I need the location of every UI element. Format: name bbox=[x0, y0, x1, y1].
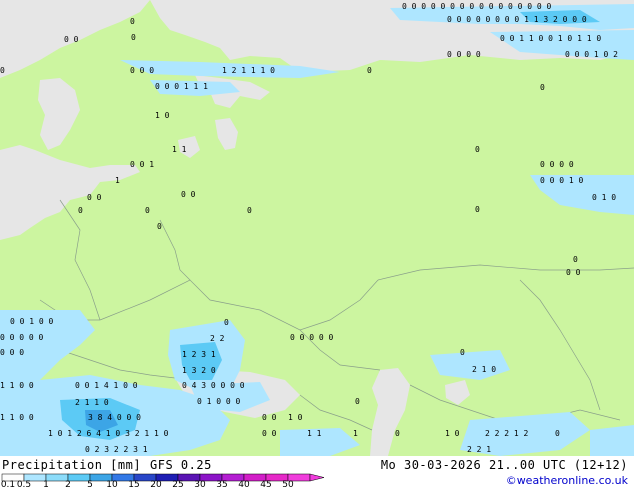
precip-value-label: 0 0 0 1 1 1 bbox=[155, 82, 208, 91]
weather-map-view: 0 0000 0 0 0 0 0 0 0 0 0 0 0 0 0 0 00 0 … bbox=[0, 0, 634, 490]
precip-value-label: 2 2 2 1 2 bbox=[485, 429, 529, 438]
precip-value-label: 0 bbox=[145, 206, 150, 215]
precip-value-label: 0 0 0 0 0 bbox=[290, 333, 334, 342]
precip-value-label: 0 bbox=[157, 222, 162, 231]
precip-value-label: 0 1 0 bbox=[592, 193, 616, 202]
precip-value-label: 0 0 0 bbox=[0, 348, 24, 357]
precip-value-label: 0 0 bbox=[87, 193, 102, 202]
precip-value-label: 1 2 3 1 bbox=[182, 350, 216, 359]
precip-value-label: 0 0 0 0 0 0 0 0 1 1 3 2 0 0 0 bbox=[447, 15, 587, 24]
precip-value-label: 0 bbox=[555, 429, 560, 438]
legend-tick-label: 0.5 bbox=[16, 480, 32, 490]
precip-value-label: 1 bbox=[115, 176, 120, 185]
precip-value-label: 1 0 bbox=[288, 413, 303, 422]
precip-value-label: 0 bbox=[355, 397, 360, 406]
precip-value-label: 1 0 bbox=[155, 111, 170, 120]
precip-value-label: 0 0 1 0 0 bbox=[10, 317, 54, 326]
precip-value-label: 0 bbox=[130, 17, 135, 26]
legend-tick-label: 30 bbox=[194, 480, 206, 490]
precip-value-label: 0 bbox=[78, 206, 83, 215]
precip-value-label: 0 bbox=[367, 66, 372, 75]
precip-value-label: 0 bbox=[475, 205, 480, 214]
legend-tick-label: 1 bbox=[43, 480, 49, 490]
legend-tick-label: 35 bbox=[216, 480, 228, 490]
precip-value-label: 0 0 0 1 0 bbox=[540, 176, 584, 185]
precip-value-label: 0 bbox=[460, 348, 465, 357]
precip-value-label: 0 0 1 4 1 0 0 bbox=[75, 381, 138, 390]
precip-value-label: 1 3 2 0 bbox=[182, 366, 216, 375]
precip-value-label: 1 1 0 0 bbox=[0, 381, 34, 390]
precip-value-label: 0 0 1 1 0 0 1 0 1 1 0 bbox=[500, 34, 601, 43]
precip-value-label: 0 bbox=[540, 83, 545, 92]
precip-value-label: 1 0 bbox=[445, 429, 460, 438]
precip-value-label: 0 bbox=[131, 33, 136, 42]
legend-tick-label: 10 bbox=[106, 480, 118, 490]
precip-value-label: 0 0 bbox=[566, 268, 581, 277]
precip-value-label: 0 0 bbox=[262, 413, 277, 422]
legend-tick-label: 25 bbox=[172, 480, 184, 490]
legend-arrow bbox=[309, 473, 325, 482]
precip-value-label: 1 1 0 0 bbox=[0, 413, 34, 422]
model-name: GFS 0.25 bbox=[150, 458, 212, 472]
legend-tick-label: 40 bbox=[238, 480, 250, 490]
precip-value-label: 0 2 3 2 2 3 1 bbox=[85, 445, 148, 454]
legend-tick-label: 45 bbox=[260, 480, 272, 490]
precip-value-label: 3 8 4 0 0 0 bbox=[88, 413, 141, 422]
precip-value-label: 0 0 0 0 0 0 0 0 0 0 0 0 0 0 0 0 bbox=[402, 2, 551, 11]
precip-value-label: 0 1 0 0 0 bbox=[197, 397, 241, 406]
precip-value-label: 0 bbox=[224, 318, 229, 327]
precip-value-label: 0 0 0 0 bbox=[540, 160, 574, 169]
precip-value-label: 0 0 0 0 bbox=[447, 50, 481, 59]
precip-value-label: 0 0 bbox=[262, 429, 277, 438]
precip-value-label: 0 0 1 bbox=[130, 160, 154, 169]
map-title: Precipitation [mm] bbox=[2, 458, 142, 472]
legend-tick-label: 15 bbox=[128, 480, 140, 490]
legend-tick-label: 20 bbox=[150, 480, 162, 490]
precip-value-label: 0 0 bbox=[64, 35, 79, 44]
precip-value-label: 0 bbox=[0, 66, 5, 75]
precip-value-label: 0 bbox=[395, 429, 400, 438]
precip-value-label: 0 0 0 bbox=[130, 66, 154, 75]
precip-value-label: 2 2 1 bbox=[467, 445, 491, 454]
precipitation-map: 0 0000 0 0 0 0 0 0 0 0 0 0 0 0 0 0 00 0 … bbox=[0, 0, 634, 456]
precip-value-label: 2 1 0 bbox=[472, 365, 496, 374]
legend-ticks: 0.1 0.5 1 2 5 10 15 20 25 30 35 40 45 50 bbox=[0, 481, 330, 490]
precip-value-label: 0 bbox=[573, 255, 578, 264]
legend-tick-label: 0.1 bbox=[0, 480, 16, 490]
precip-value-label: 0 bbox=[475, 145, 480, 154]
legend-tick-label: 5 bbox=[87, 480, 93, 490]
precip-value-label: 2 1 1 0 bbox=[75, 398, 109, 407]
precip-value-label: 0 4 3 0 0 0 0 bbox=[182, 381, 245, 390]
legend-tick-label: 2 bbox=[65, 480, 71, 490]
precip-value-label: 1 1 bbox=[307, 429, 322, 438]
precip-value-label: 0 bbox=[247, 206, 252, 215]
precip-value-label: 1 1 bbox=[172, 145, 187, 154]
precip-value-label: 0 0 0 1 0 2 bbox=[565, 50, 618, 59]
precip-value-label: 1 2 1 1 1 0 bbox=[222, 66, 275, 75]
precip-value-label: 0 0 0 0 0 bbox=[0, 333, 44, 342]
legend-tick-label: 50 bbox=[282, 480, 294, 490]
precip-value-label: 0 0 bbox=[181, 190, 196, 199]
precip-value-label: 1 bbox=[353, 429, 358, 438]
credit-link[interactable]: ©weatheronline.co.uk bbox=[506, 474, 628, 487]
valid-time: Mo 30-03-2026 21..00 UTC (12+12) bbox=[380, 458, 628, 472]
precip-value-label: 2 2 bbox=[210, 334, 225, 343]
precip-value-label: 1 0 1 2 6 4 1 0 3 2 1 1 0 bbox=[48, 429, 169, 438]
